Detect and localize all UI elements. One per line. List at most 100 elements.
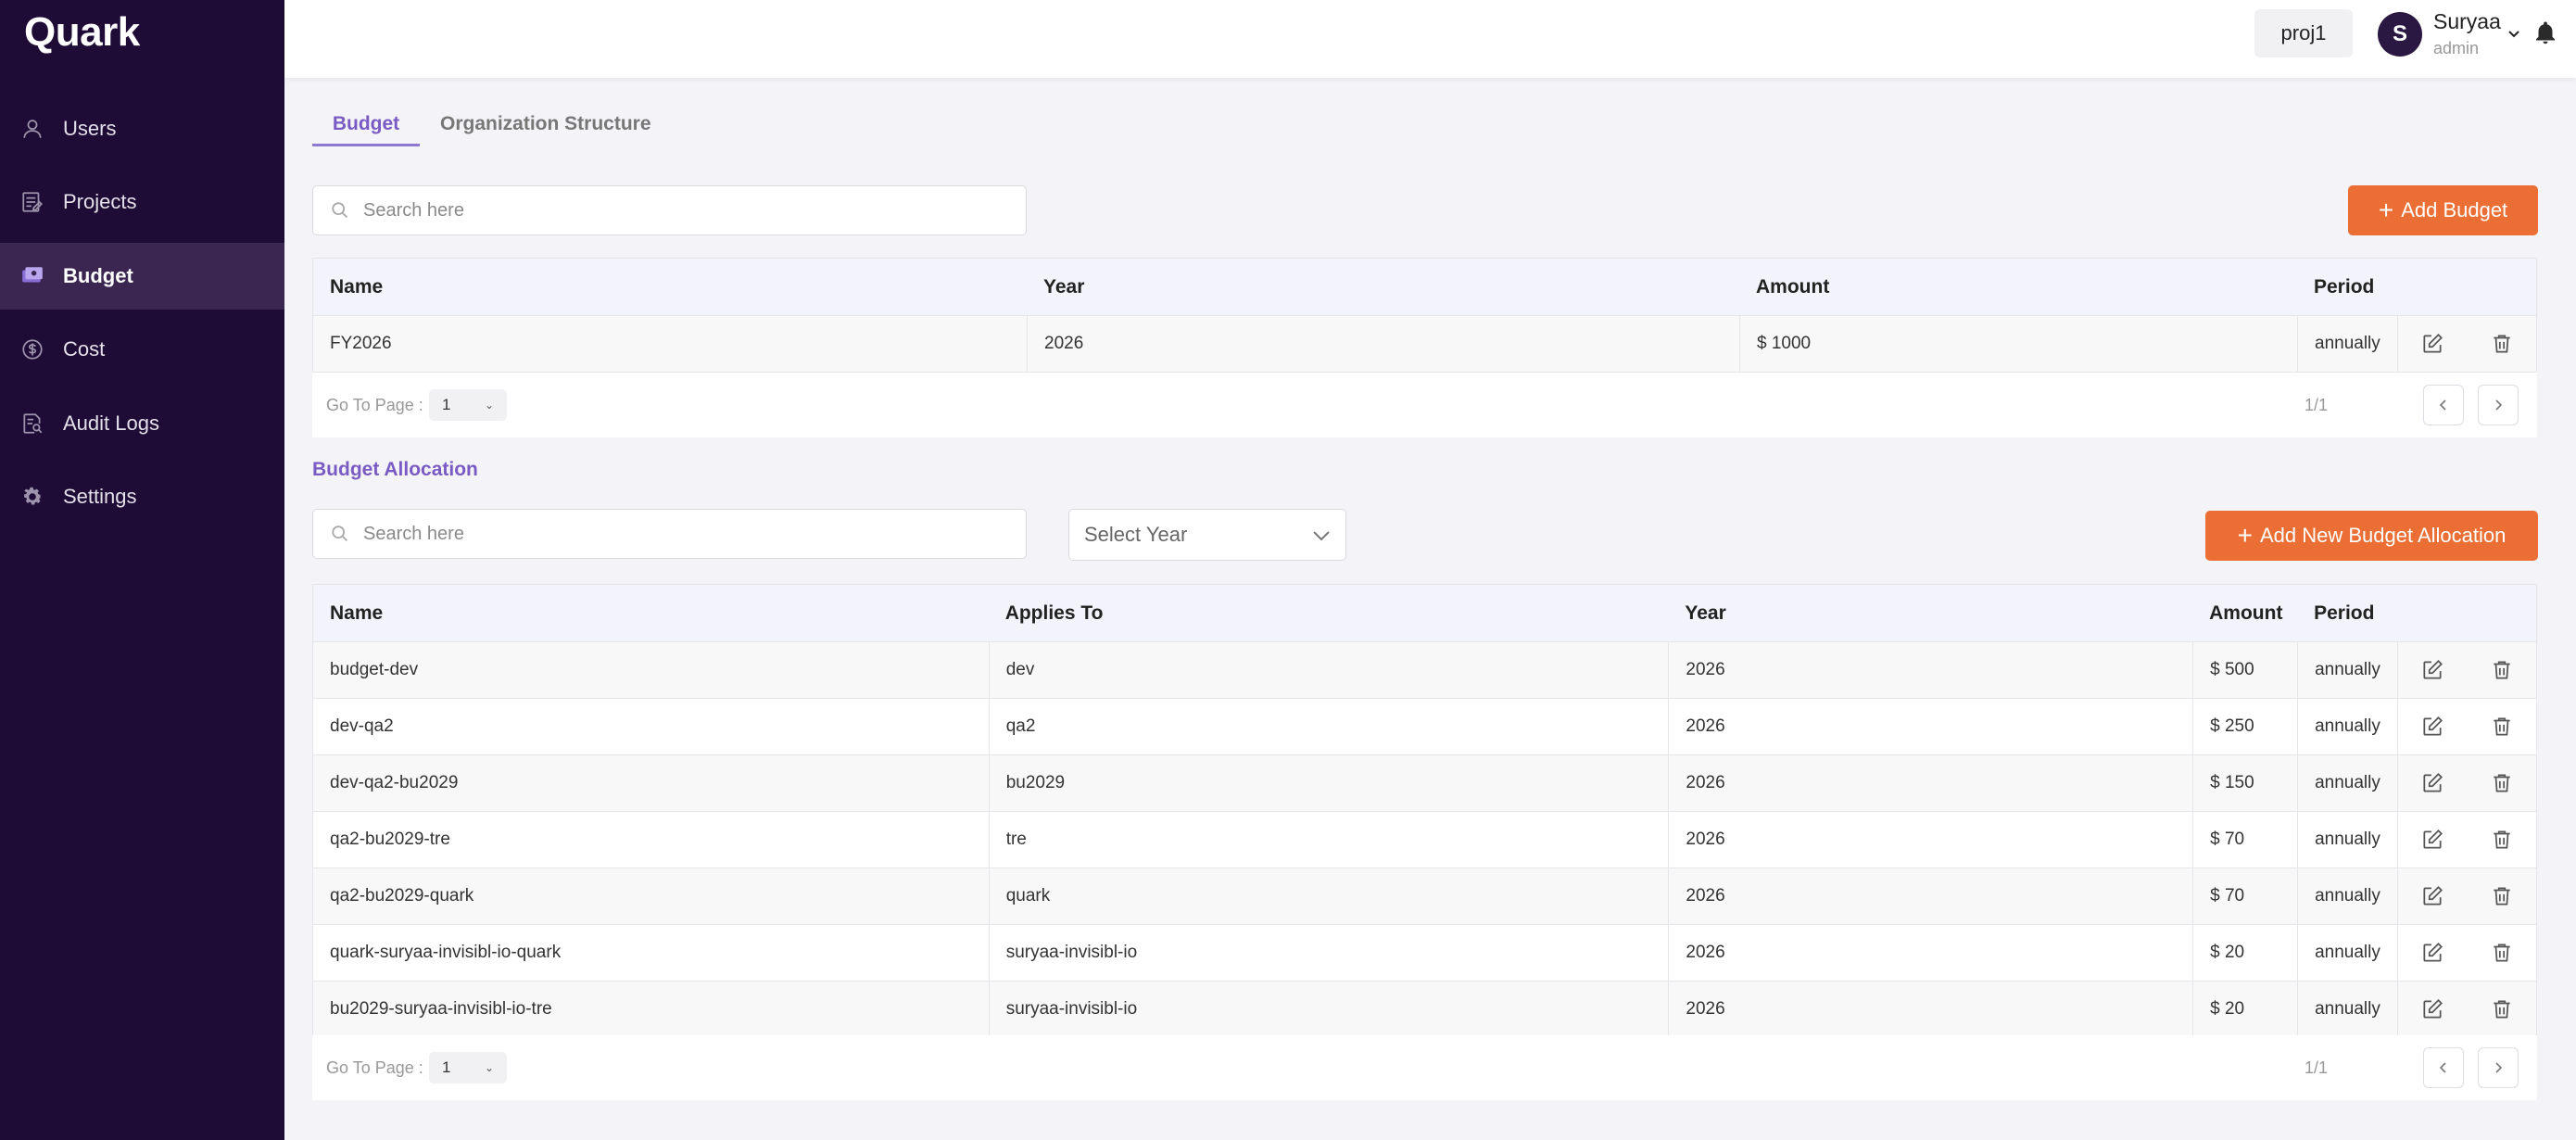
table-row[interactable]: qa2-bu2029-quark quark 2026 $ 70 annually: [313, 868, 2536, 924]
sidebar-item-label: Projects: [63, 190, 137, 213]
trash-icon[interactable]: [2490, 715, 2514, 739]
allocation-search-input[interactable]: [363, 523, 920, 545]
page-select[interactable]: 1 ⌄: [429, 389, 507, 421]
edit-icon[interactable]: [2420, 884, 2444, 908]
sidebar-item-label: Budget: [63, 264, 133, 287]
tab-budget[interactable]: Budget: [312, 113, 420, 146]
app-logo: Quark: [24, 9, 140, 55]
trash-icon[interactable]: [2490, 941, 2514, 965]
edit-icon[interactable]: [2420, 658, 2444, 682]
tab-organization-structure[interactable]: Organization Structure: [440, 113, 651, 146]
trash-icon[interactable]: [2490, 884, 2514, 908]
sidebar-item-label: Audit Logs: [63, 412, 159, 435]
trash-icon[interactable]: [2490, 828, 2514, 852]
cell-applies-to: suryaa-invisibl-io: [988, 925, 1669, 981]
select-year-dropdown[interactable]: Select Year: [1068, 509, 1346, 561]
search-icon: [332, 526, 347, 541]
chevron-down-icon: ⌄: [484, 1061, 494, 1074]
cell-year: 2026: [1668, 925, 2192, 981]
go-to-page-label: Go To Page :: [326, 395, 423, 414]
trash-icon[interactable]: [2490, 658, 2514, 682]
budget-search-input[interactable]: [363, 199, 920, 222]
edit-icon[interactable]: [2420, 941, 2444, 965]
cell-applies-to: bu2029: [988, 755, 1669, 811]
user-name[interactable]: Suryaa: [2433, 9, 2501, 34]
edit-icon[interactable]: [2420, 828, 2444, 852]
table-row[interactable]: bu2029-suryaa-invisibl-io-tre suryaa-invi…: [313, 981, 2536, 1037]
sidebar-item-budget[interactable]: Budget: [0, 243, 284, 310]
allocation-search[interactable]: [312, 509, 1027, 559]
column-header[interactable]: Name: [313, 585, 989, 641]
row-actions: [2397, 868, 2536, 924]
sidebar-item-cost[interactable]: Cost: [0, 316, 284, 383]
cell-year: 2026: [1668, 812, 2192, 868]
edit-icon[interactable]: [2420, 771, 2444, 795]
cell-period: annually: [2297, 755, 2397, 811]
prev-page-button[interactable]: [2423, 1047, 2464, 1088]
cell-name: FY2026: [330, 334, 392, 353]
row-actions: [2397, 755, 2536, 811]
column-header[interactable]: Amount: [1739, 259, 2297, 315]
next-page-button[interactable]: [2478, 1047, 2519, 1088]
select-year-placeholder: Select Year: [1084, 523, 1188, 546]
cell-applies-to: dev: [988, 642, 1669, 698]
column-header[interactable]: Period: [2297, 585, 2397, 641]
edit-icon[interactable]: [2420, 997, 2444, 1021]
sidebar-item-settings[interactable]: Settings: [0, 463, 284, 530]
cell-amount: $ 250: [2192, 699, 2297, 754]
column-header-actions: [2397, 259, 2536, 315]
trash-icon[interactable]: [2490, 771, 2514, 795]
add-new-budget-allocation-button[interactable]: + Add New Budget Allocation: [2205, 511, 2538, 561]
bell-icon[interactable]: [2532, 19, 2559, 48]
trash-icon[interactable]: [2490, 332, 2514, 356]
allocation-table: Name Applies To Year Amount Period budge…: [312, 584, 2537, 1038]
column-header[interactable]: Year: [1027, 259, 1739, 315]
page-select[interactable]: 1 ⌄: [429, 1052, 507, 1083]
projects-icon: [20, 190, 44, 214]
table-header: Name Applies To Year Amount Period: [313, 585, 2536, 641]
dollar-icon: [20, 337, 44, 361]
table-row[interactable]: dev-qa2-bu2029 bu2029 2026 $ 150 annually: [313, 754, 2536, 811]
cell-name: bu2029-suryaa-invisibl-io-tre: [330, 999, 552, 1019]
user-icon: [20, 117, 44, 141]
avatar[interactable]: S: [2378, 12, 2422, 57]
edit-icon[interactable]: [2420, 715, 2444, 739]
budget-search[interactable]: [312, 185, 1027, 235]
sidebar-item-projects[interactable]: Projects: [0, 169, 284, 235]
chevron-left-icon: [2439, 1062, 2446, 1073]
column-header[interactable]: Amount: [2192, 585, 2297, 641]
project-selector[interactable]: proj1: [2254, 9, 2353, 57]
edit-icon[interactable]: [2420, 332, 2444, 356]
add-allocation-label: Add New Budget Allocation: [2259, 524, 2507, 547]
page-count: 1/1: [2305, 1058, 2329, 1077]
prev-page-button[interactable]: [2423, 385, 2464, 425]
cell-period: annually: [2297, 982, 2397, 1037]
table-row[interactable]: dev-qa2 qa2 2026 $ 250 annually: [313, 698, 2536, 754]
user-role: admin: [2433, 39, 2480, 57]
table-row[interactable]: quark-suryaa-invisibl-io-quark suryaa-inv…: [313, 924, 2536, 981]
cell-year: 2026: [1027, 316, 1739, 372]
add-budget-button[interactable]: + Add Budget: [2348, 185, 2538, 235]
column-header[interactable]: Name: [313, 259, 1027, 315]
table-row[interactable]: budget-dev dev 2026 $ 500 annually: [313, 641, 2536, 698]
plus-icon: +: [2378, 196, 2394, 224]
table-row[interactable]: FY2026 2026 $ 1000 annually: [313, 315, 2536, 372]
sidebar-item-audit-logs[interactable]: Audit Logs: [0, 390, 284, 457]
cell-amount: $ 1000: [1739, 316, 2297, 372]
table-row[interactable]: qa2-bu2029-tre tre 2026 $ 70 annually: [313, 811, 2536, 868]
row-actions: [2397, 316, 2536, 372]
next-page-button[interactable]: [2478, 385, 2519, 425]
sidebar-item-users[interactable]: Users: [0, 95, 284, 162]
cell-name: dev-qa2-bu2029: [330, 773, 459, 792]
chevron-down-icon[interactable]: [2507, 26, 2521, 41]
column-header[interactable]: Applies To: [989, 585, 1669, 641]
section-title-budget-allocation: Budget Allocation: [312, 459, 478, 480]
cell-applies-to: qa2: [988, 699, 1669, 754]
column-header[interactable]: Year: [1668, 585, 2192, 641]
chevron-down-icon: [1313, 531, 1330, 541]
cell-period: annually: [2297, 812, 2397, 868]
cell-period: annually: [2297, 316, 2397, 372]
trash-icon[interactable]: [2490, 997, 2514, 1021]
column-header[interactable]: Period: [2297, 259, 2397, 315]
cell-year: 2026: [1668, 699, 2192, 754]
